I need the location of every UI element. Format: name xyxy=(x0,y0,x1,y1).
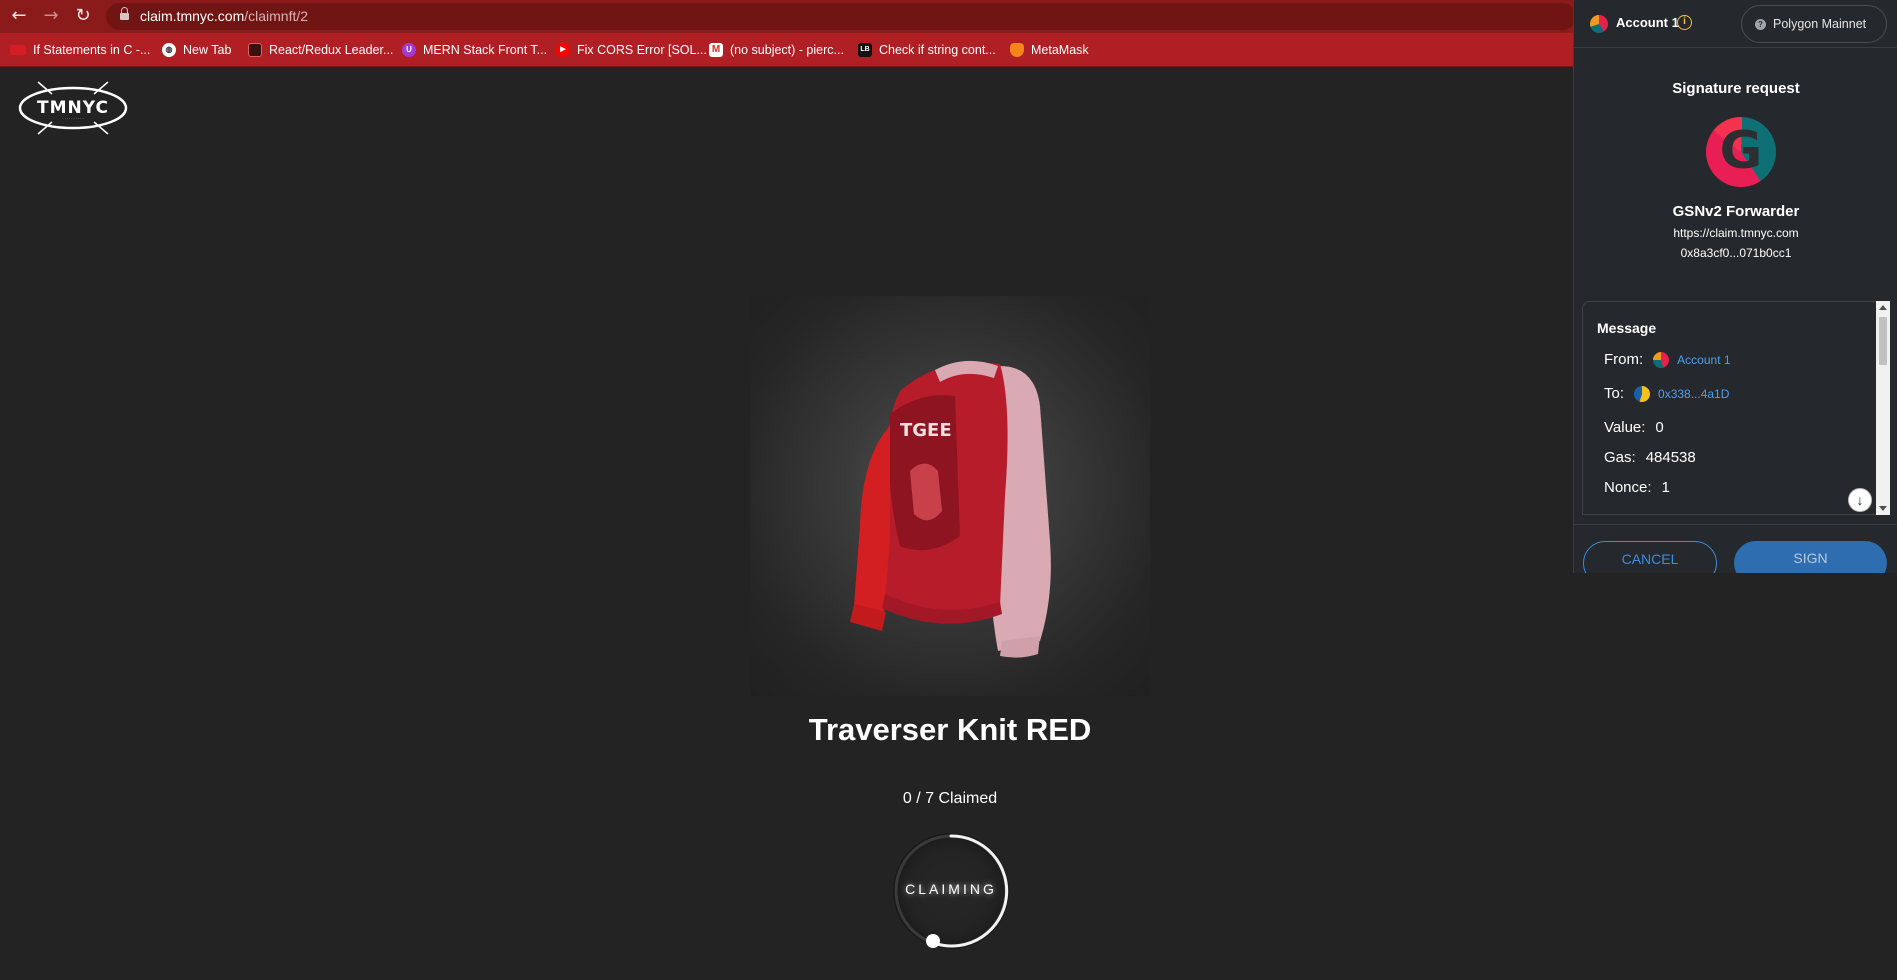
globe-icon: ◍ xyxy=(162,43,176,57)
gas-value: 484538 xyxy=(1645,449,1696,466)
scroll-to-bottom-icon[interactable]: ↓ xyxy=(1848,488,1872,512)
svg-text:· · · · · · · · · ·: · · · · · · · · · · xyxy=(62,117,83,121)
gas-label: Gas: xyxy=(1604,449,1636,466)
lb-icon: LB xyxy=(858,43,872,57)
info-icon[interactable]: i xyxy=(1677,15,1692,30)
bookmark-item[interactable]: U MERN Stack Front T... xyxy=(402,41,547,59)
to-label: To: xyxy=(1604,385,1625,402)
to-avatar-icon xyxy=(1634,385,1651,402)
account-avatar-icon xyxy=(1590,15,1608,33)
tmnyc-logo[interactable]: TMNYC · · · · · · · · · · xyxy=(18,80,128,136)
message-title: Message xyxy=(1597,320,1657,336)
value-label: Value: xyxy=(1604,419,1646,436)
product-image: TGEE xyxy=(750,296,1150,696)
contract-name: GSNv2 Forwarder xyxy=(1672,203,1800,220)
from-label: From: xyxy=(1604,351,1644,368)
address-bar[interactable]: claim.tmnyc.com/claimnft/2 xyxy=(106,3,1576,30)
bookmark-label: MetaMask xyxy=(1031,43,1089,57)
message-gas-row: Gas: 484538 xyxy=(1604,449,1696,466)
product-title: Traverser Knit RED xyxy=(808,712,1092,747)
bookmark-item[interactable]: ▶ Fix CORS Error [SOL... xyxy=(556,41,707,59)
nonce-value: 1 xyxy=(1661,479,1670,496)
bookmark-item[interactable]: ◍ New Tab xyxy=(162,41,231,59)
bookmark-label: Check if string cont... xyxy=(879,43,996,57)
message-scrollbar[interactable] xyxy=(1876,301,1890,515)
dark-square-icon xyxy=(248,43,262,57)
claim-button-label: CLAIMING xyxy=(905,881,997,897)
message-from-row: From: Account 1 xyxy=(1604,351,1731,368)
nonce-label: Nonce: xyxy=(1604,479,1652,496)
bookmark-item[interactable]: MetaMask xyxy=(1010,41,1089,59)
back-arrow-icon[interactable]: ← xyxy=(8,5,30,27)
lock-icon xyxy=(120,7,129,21)
jacket-illustration: TGEE xyxy=(850,360,1051,658)
bookmark-label: Fix CORS Error [SOL... xyxy=(577,43,707,57)
request-origin: https://claim.tmnyc.com xyxy=(1673,226,1799,240)
network-selector[interactable]: ? Polygon Mainnet xyxy=(1741,5,1887,43)
reload-icon[interactable]: ↻ xyxy=(72,5,94,27)
svg-text:TGEE: TGEE xyxy=(900,420,952,441)
value-value: 0 xyxy=(1655,419,1664,436)
message-to-row: To: 0x338...4a1D xyxy=(1604,385,1729,402)
message-value-row: Value: 0 xyxy=(1604,419,1664,436)
sign-button[interactable]: SIGN xyxy=(1734,541,1887,573)
claimed-count: 0 / 7 Claimed xyxy=(902,790,998,807)
bookmark-item[interactable]: React/Redux Leader... xyxy=(248,41,393,59)
site-icon: G xyxy=(1706,117,1776,187)
network-label: Polygon Mainnet xyxy=(1773,17,1867,31)
url-text[interactable]: claim.tmnyc.com/claimnft/2 xyxy=(140,8,308,24)
youtube-icon: ▶ xyxy=(556,43,570,57)
scrollbar-thumb[interactable] xyxy=(1879,317,1887,365)
svg-text:TMNYC: TMNYC xyxy=(37,98,109,118)
message-nonce-row: Nonce: 1 xyxy=(1604,479,1670,496)
metamask-popup: Account 1 i ? Polygon Mainnet Signature … xyxy=(1573,0,1897,573)
bookmark-label: React/Redux Leader... xyxy=(269,43,394,57)
message-panel[interactable]: Message From: Account 1 To: 0x338...4a1D… xyxy=(1582,301,1884,515)
contract-address[interactable]: 0x8a3cf0...071b0cc1 xyxy=(1574,246,1897,260)
account-name[interactable]: Account 1 xyxy=(1616,15,1679,30)
url-path: /claimnft/2 xyxy=(244,8,309,24)
gmail-icon: M xyxy=(709,43,723,57)
network-icon: ? xyxy=(1755,19,1766,30)
from-value[interactable]: Account 1 xyxy=(1677,353,1730,367)
bookmark-label: New Tab xyxy=(183,43,232,57)
from-avatar-icon xyxy=(1653,351,1670,368)
bookmark-label: MERN Stack Front T... xyxy=(423,43,548,57)
url-host: claim.tmnyc.com xyxy=(140,8,245,24)
bookmark-label: (no subject) - pierc... xyxy=(730,43,844,57)
forward-arrow-icon[interactable]: → xyxy=(40,5,62,27)
cancel-button[interactable]: CANCEL xyxy=(1583,541,1717,573)
purple-shield-icon: U xyxy=(402,43,416,57)
claim-button[interactable]: CLAIMING xyxy=(893,833,1009,949)
bookmark-item[interactable]: If Statements in C -... xyxy=(10,41,150,59)
metamask-footer: CANCEL SIGN xyxy=(1574,524,1897,573)
metamask-fox-icon xyxy=(1010,43,1024,57)
scroll-down-arrow-icon[interactable] xyxy=(1879,506,1887,511)
bookmark-label: If Statements in C -... xyxy=(33,43,151,57)
scroll-up-icon[interactable] xyxy=(1879,305,1887,310)
red-bookmark-icon xyxy=(10,45,26,55)
signature-request-title: Signature request xyxy=(1672,80,1800,97)
metamask-header: Account 1 i ? Polygon Mainnet xyxy=(1574,0,1897,48)
to-value[interactable]: 0x338...4a1D xyxy=(1658,387,1729,401)
bookmark-item[interactable]: M (no subject) - pierc... xyxy=(709,41,844,59)
bookmark-item[interactable]: LB Check if string cont... xyxy=(858,41,996,59)
